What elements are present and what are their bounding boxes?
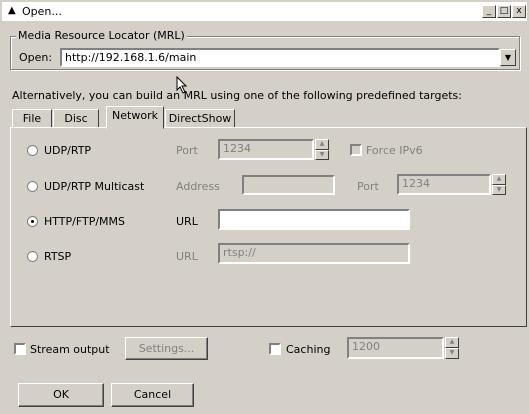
spin-down-icon: ▼ [445,348,459,359]
stream-output-checkbox[interactable] [14,343,26,355]
minimize-button[interactable]: _ [482,5,496,18]
http-ftp-mms-radio[interactable] [27,216,38,227]
cancel-button[interactable]: Cancel [111,383,194,407]
window-title: Open... [22,5,62,18]
rtsp-url-label: URL [176,250,198,263]
close-button[interactable]: x [512,5,526,18]
udp-multicast-label: UDP/RTP Multicast [44,180,145,193]
multicast-port-input[interactable]: 1234 [397,174,491,195]
rtsp-label: RTSP [44,250,72,263]
mrl-group-label: Media Resource Locator (MRL) [16,29,187,42]
open-mrl-input[interactable]: http://192.168.1.6/main [60,48,500,67]
udp-port-input[interactable]: 1234 [218,139,314,160]
tab-network[interactable]: Network [106,106,164,129]
open-dialog: ▲ Open... _ □ x Media Resource Locator (… [0,0,529,414]
settings-button[interactable]: Settings... [125,337,208,360]
udp-rtp-radio[interactable] [27,145,38,156]
spin-up-icon: ▲ [315,139,329,150]
spin-down-icon: ▼ [492,184,506,195]
open-dropdown-button[interactable]: ▼ [500,49,516,66]
udp-multicast-radio[interactable] [27,181,38,192]
caching-spinner[interactable]: ▲ ▼ [445,337,459,359]
multicast-address-label: Address [176,180,220,193]
udp-port-spinner[interactable]: ▲ ▼ [315,139,329,160]
title-bar: ▲ Open... _ □ x [2,2,527,21]
open-label: Open: [19,51,53,64]
tab-directshow[interactable]: DirectShow [165,109,235,128]
app-icon: ▲ [8,5,16,16]
http-url-input[interactable] [218,209,410,230]
udp-rtp-label: UDP/RTP [44,144,92,157]
multicast-port-label: Port [357,180,379,193]
multicast-port-spinner[interactable]: ▲ ▼ [492,174,506,195]
rtsp-radio[interactable] [27,251,38,262]
caching-input[interactable]: 1200 [347,337,444,359]
udp-port-label: Port [176,144,198,157]
spin-up-icon: ▲ [492,174,506,185]
http-ftp-mms-label: HTTP/FTP/MMS [44,215,126,228]
force-ipv6-label: Force IPv6 [366,144,423,157]
maximize-button[interactable]: □ [497,5,511,18]
chevron-down-icon: ▼ [504,53,512,62]
predefined-targets-hint: Alternatively, you can build an MRL usin… [12,89,462,102]
spin-up-icon: ▲ [445,337,459,348]
caching-label: Caching [286,343,331,356]
caching-checkbox[interactable] [269,343,281,355]
stream-output-label: Stream output [30,343,110,356]
multicast-address-input[interactable] [242,175,335,195]
ok-button[interactable]: OK [18,383,104,407]
tab-file[interactable]: File [12,109,52,128]
force-ipv6-checkbox[interactable] [350,144,362,156]
http-url-label: URL [176,215,198,228]
spin-down-icon: ▼ [315,149,329,160]
tab-disc[interactable]: Disc [53,109,99,128]
rtsp-url-input[interactable]: rtsp:// [218,243,410,264]
